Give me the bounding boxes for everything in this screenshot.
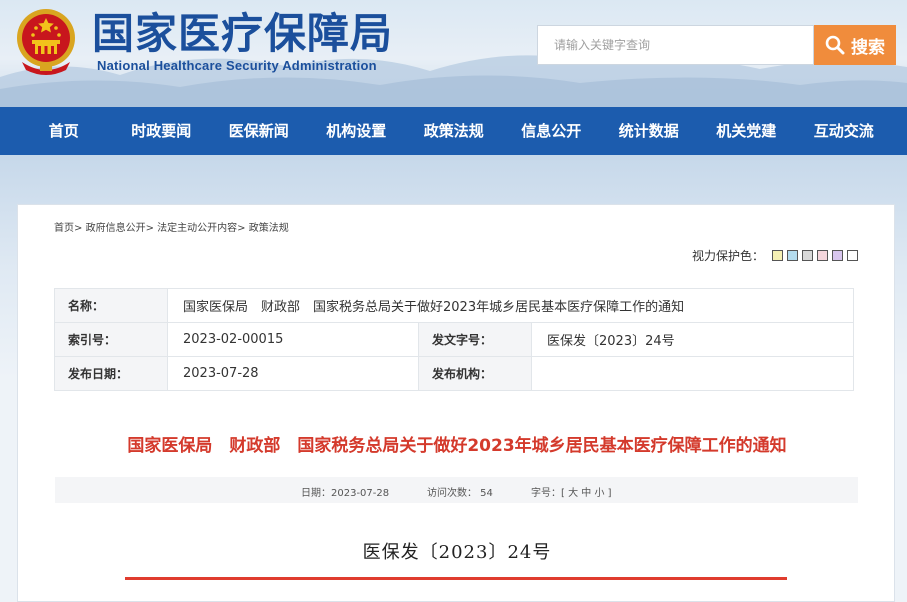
search-input[interactable] <box>538 26 813 64</box>
nav-item-statistics[interactable]: 统计数据 <box>600 107 698 155</box>
search-box <box>537 25 814 65</box>
breadcrumb-home[interactable]: 首页> <box>54 223 82 234</box>
swatch-yellow[interactable] <box>772 250 783 261</box>
site-header: 国家医疗保障局 National Healthcare Security Adm… <box>0 0 907 107</box>
org-value <box>531 356 854 391</box>
swatch-pink[interactable] <box>817 250 828 261</box>
nav-item-party[interactable]: 机关党建 <box>698 107 796 155</box>
article-meta-bar: 日期：2023-07-28 访问次数： 54 字号：[ 大 中 小 ] <box>55 477 858 503</box>
site-subtitle: National Healthcare Security Administrat… <box>97 58 377 73</box>
swatch-purple[interactable] <box>832 250 843 261</box>
main-nav: 首页 时政要闻 医保新闻 机构设置 政策法规 信息公开 统计数据 机关党建 互动… <box>0 107 907 155</box>
national-emblem-icon <box>17 9 75 75</box>
swatch-gray[interactable] <box>802 250 813 261</box>
nav-item-policies[interactable]: 政策法规 <box>405 107 503 155</box>
breadcrumb-gov-info[interactable]: 政府信息公开> <box>86 223 154 234</box>
font-size-close: ] <box>607 488 612 499</box>
index-label: 索引号： <box>54 322 168 357</box>
article-views: 访问次数： 54 <box>427 488 493 499</box>
article-date: 日期：2023-07-28 <box>301 488 390 499</box>
font-size-small[interactable]: 小 <box>594 488 604 499</box>
article-title: 国家医保局 财政部 国家税务总局关于做好2023年城乡居民基本医疗保障工作的通知 <box>127 436 787 456</box>
name-label: 名称： <box>54 288 168 323</box>
nav-item-home[interactable]: 首页 <box>15 107 113 155</box>
search-button-label: 搜索 <box>851 37 885 58</box>
table-row: 索引号： 2023-02-00015 发文字号： 医保发〔2023〕24号 <box>54 322 854 357</box>
eye-care-color-picker: 视力保护色： <box>692 247 858 264</box>
red-divider <box>125 577 787 580</box>
nav-item-medical-insurance-news[interactable]: 医保新闻 <box>210 107 308 155</box>
name-value: 国家医保局 财政部 国家税务总局关于做好2023年城乡居民基本医疗保障工作的通知 <box>167 288 854 323</box>
breadcrumb: 首页> 政府信息公开> 法定主动公开内容> 政策法规 <box>54 219 289 234</box>
nav-item-news[interactable]: 时政要闻 <box>113 107 211 155</box>
document-info-table: 名称： 国家医保局 财政部 国家税务总局关于做好2023年城乡居民基本医疗保障工… <box>54 288 854 391</box>
breadcrumb-policies[interactable]: 政策法规 <box>249 223 289 234</box>
nav-item-interaction[interactable]: 互动交流 <box>795 107 893 155</box>
docno-value: 医保发〔2023〕24号 <box>531 322 854 357</box>
org-label: 发布机构： <box>418 356 532 391</box>
site-title[interactable]: 国家医疗保障局 <box>92 10 393 58</box>
search-button[interactable]: 搜索 <box>814 25 896 65</box>
swatch-white[interactable] <box>847 250 858 261</box>
nav-item-organization[interactable]: 机构设置 <box>308 107 406 155</box>
swatch-blue[interactable] <box>787 250 798 261</box>
nav-item-disclosure[interactable]: 信息公开 <box>503 107 601 155</box>
font-size-large[interactable]: 大 <box>568 488 578 499</box>
font-size-medium[interactable]: 中 <box>581 488 591 499</box>
font-size-control: 字号：[ 大 中 小 ] <box>531 484 612 499</box>
date-value: 2023-07-28 <box>167 356 419 391</box>
eye-care-label: 视力保护色： <box>691 249 764 263</box>
table-row: 发布日期： 2023-07-28 发布机构： <box>54 356 854 391</box>
content-panel: 首页> 政府信息公开> 法定主动公开内容> 政策法规 视力保护色： 名称： 国家… <box>17 204 895 602</box>
date-label: 发布日期： <box>54 356 168 391</box>
table-row: 名称： 国家医保局 财政部 国家税务总局关于做好2023年城乡居民基本医疗保障工… <box>54 288 854 323</box>
breadcrumb-mandatory-disclosure[interactable]: 法定主动公开内容> <box>157 223 245 234</box>
docno-label: 发文字号： <box>418 322 532 357</box>
font-size-label: 字号：[ <box>531 488 565 499</box>
index-value: 2023-02-00015 <box>167 322 419 357</box>
search-icon <box>825 35 845 55</box>
document-number: 医保发〔2023〕24号 <box>362 542 552 563</box>
